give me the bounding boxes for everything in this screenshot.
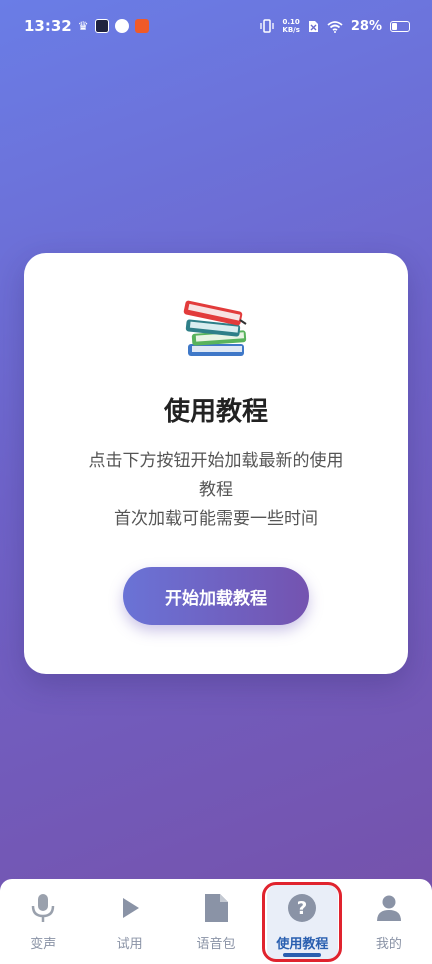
active-indicator (283, 953, 322, 957)
books-icon (183, 300, 247, 356)
battery-percent: 28% (350, 18, 382, 34)
microphone-icon (28, 893, 58, 923)
desc-line-2: 教程 (199, 480, 233, 500)
play-icon (115, 893, 145, 923)
status-left: 13:32 ♛ (24, 17, 149, 35)
card-description: 点击下方按钮开始加载最新的使用 教程 首次加载可能需要一些时间 (64, 447, 368, 534)
net-speed: 0.10 KB/s (282, 18, 299, 34)
tutorial-card: 使用教程 点击下方按钮开始加载最新的使用 教程 首次加载可能需要一些时间 开始加… (24, 253, 408, 674)
bottom-nav: 变声 试用 语音包 ? 使用教程 我的 (0, 879, 432, 964)
orange-notification-icon (134, 19, 149, 33)
file-icon (201, 893, 231, 923)
net-speed-value: 0.10 (282, 18, 300, 26)
cloud-notification-icon (114, 19, 129, 33)
desc-line-3: 首次加载可能需要一些时间 (114, 509, 318, 529)
nav-item-tutorial[interactable]: ? 使用教程 (259, 879, 345, 964)
nav-label: 试用 (116, 937, 143, 952)
person-icon (374, 893, 404, 923)
crown-icon: ♛ (77, 19, 89, 33)
nav-item-mine[interactable]: 我的 (346, 879, 432, 964)
wifi-icon (327, 20, 343, 33)
nav-label: 使用教程 (276, 937, 329, 952)
nav-item-voice-change[interactable]: 变声 (0, 879, 86, 964)
clock: 13:32 (24, 17, 72, 35)
start-loading-button[interactable]: 开始加载教程 (123, 567, 309, 625)
net-speed-unit: KB/s (282, 26, 300, 34)
status-bar: 13:32 ♛ 0.10 KB/s 28% (0, 0, 432, 52)
card-title: 使用教程 (163, 397, 268, 427)
nav-label: 语音包 (196, 937, 236, 952)
svg-text:?: ? (297, 898, 307, 919)
status-right: 0.10 KB/s 28% (260, 18, 410, 34)
nav-label: 我的 (375, 937, 402, 952)
help-icon: ? (287, 893, 317, 923)
vibrate-icon (260, 19, 275, 33)
nav-label: 变声 (30, 937, 57, 952)
nav-item-voice-pack[interactable]: 语音包 (173, 879, 259, 964)
app-notification-icon (94, 19, 109, 33)
battery-icon (390, 20, 410, 32)
no-sim-icon (308, 20, 318, 32)
nav-item-trial[interactable]: 试用 (86, 879, 172, 964)
desc-line-1: 点击下方按钮开始加载最新的使用 (88, 451, 344, 471)
